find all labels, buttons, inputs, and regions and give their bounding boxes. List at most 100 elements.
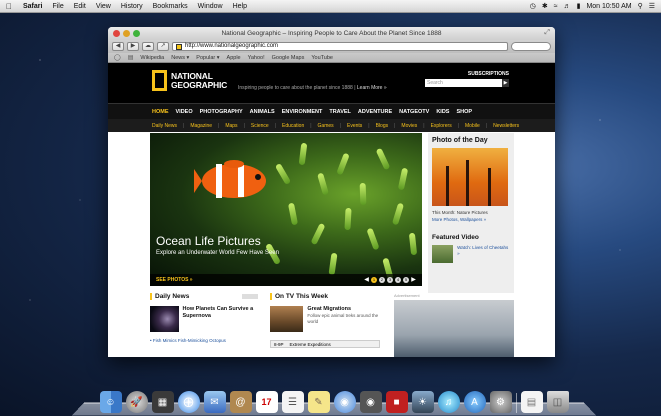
ng-search-input[interactable]: Search — [425, 79, 509, 87]
slide-dot-4[interactable]: 4 — [395, 277, 401, 283]
daily-news-heading[interactable]: Daily News — [155, 293, 189, 300]
subnav-newsletters[interactable]: Newsletters — [493, 123, 519, 129]
clock-text[interactable]: Mon 10:50 AM — [586, 3, 631, 10]
nav-adventure[interactable]: ADVENTURE — [358, 109, 392, 115]
spotlight-icon[interactable]: ⚲ — [638, 2, 643, 10]
messages-icon[interactable]: ◉ — [333, 391, 356, 413]
menu-bookmarks[interactable]: Bookmarks — [148, 3, 193, 10]
slide-dot-3[interactable]: 3 — [387, 277, 393, 283]
slide-dot-2[interactable]: 2 — [379, 277, 385, 283]
forward-button[interactable]: ▶ — [127, 42, 139, 51]
finder-icon[interactable]: ☺ — [99, 391, 122, 413]
fullscreen-icon[interactable]: ⤢ — [544, 29, 550, 37]
learn-more-link[interactable]: Learn More » — [357, 85, 387, 91]
subnav-movies[interactable]: Movies — [401, 123, 417, 129]
notification-center-icon[interactable]: ☰ — [649, 2, 655, 10]
bookmark-popular[interactable]: Popular ▾ — [196, 55, 219, 61]
menu-window[interactable]: Window — [193, 3, 228, 10]
mission-control-icon[interactable]: ▦ — [151, 391, 174, 413]
bookmark-wikipedia[interactable]: Wikipedia — [140, 55, 164, 61]
potd-heading[interactable]: Photo of the Day — [432, 137, 510, 144]
apple-menu-icon[interactable]:  — [0, 2, 18, 11]
ng-logo[interactable]: NATIONAL GEOGRAPHIC — [152, 70, 227, 91]
zoom-window-button[interactable] — [133, 30, 140, 37]
subnav-mobile[interactable]: Mobile — [465, 123, 480, 129]
documents-icon[interactable]: ▤ — [520, 391, 543, 413]
menu-view[interactable]: View — [91, 3, 116, 10]
list-item[interactable]: How Planets Can Survive a Supernova — [150, 306, 258, 332]
ad-image[interactable] — [394, 300, 514, 357]
trash-icon[interactable]: ◫ — [546, 391, 569, 413]
daily-news-bullet-link[interactable]: • Fish Mimics Fish-Mimicking Octopus — [150, 338, 258, 343]
daily-news-more-button[interactable] — [242, 294, 258, 299]
close-window-button[interactable] — [113, 30, 120, 37]
app-store-icon[interactable]: A — [463, 391, 486, 413]
launchpad-icon[interactable]: 🚀 — [125, 391, 148, 413]
reading-list-icon[interactable]: ◯ — [114, 54, 121, 61]
icloud-tabs-icon[interactable]: ☁ — [142, 42, 154, 51]
subnav-blogs[interactable]: Blogs — [376, 123, 389, 129]
subnav-science[interactable]: Science — [251, 123, 269, 129]
contacts-icon[interactable]: @ — [229, 391, 252, 413]
facetime-icon[interactable]: ◉ — [359, 391, 382, 413]
nav-natgeotv[interactable]: NATGEOTV — [399, 109, 429, 115]
nav-environment[interactable]: ENVIRONMENT — [282, 109, 323, 115]
subscriptions-link[interactable]: SUBSCRIPTIONS — [468, 71, 509, 77]
safari-icon[interactable]: ⨁ — [177, 391, 200, 413]
subnav-maps[interactable]: Maps — [225, 123, 237, 129]
subnav-games[interactable]: Games — [318, 123, 334, 129]
nav-animals[interactable]: ANIMALS — [250, 109, 275, 115]
slide-dot-5[interactable]: 5 — [403, 277, 409, 283]
address-bar[interactable]: http://www.nationalgeographic.com — [172, 42, 508, 51]
bookmark-google-maps[interactable]: Google Maps — [272, 55, 305, 61]
menu-edit[interactable]: Edit — [69, 3, 91, 10]
list-item[interactable]: Great Migrations Follow epic animal trek… — [270, 306, 380, 332]
back-button[interactable]: ◀ — [112, 42, 124, 51]
menu-file[interactable]: File — [47, 3, 68, 10]
share-button[interactable]: ↗ — [157, 42, 169, 51]
featured-video-link[interactable]: Watch: Lives of Cheetahs » — [457, 245, 510, 263]
hero-slideshow[interactable]: Ocean Life Pictures Explore an Underwate… — [150, 133, 422, 286]
daily-news-item-title[interactable]: How Planets Can Survive a Supernova — [183, 306, 258, 332]
menu-app-name[interactable]: Safari — [18, 3, 47, 10]
window-titlebar[interactable]: National Geographic – Inspiring People t… — [108, 27, 555, 40]
on-tv-item-title[interactable]: Great Migrations — [307, 306, 380, 313]
battery-icon[interactable]: ▮ — [577, 2, 581, 10]
nav-travel[interactable]: TRAVEL — [329, 109, 351, 115]
itunes-icon[interactable]: ♫ — [437, 391, 460, 413]
menu-help[interactable]: Help — [228, 3, 252, 10]
subnav-magazine[interactable]: Magazine — [190, 123, 212, 129]
prev-slide-icon[interactable]: ◀ — [364, 277, 369, 283]
nav-home[interactable]: HOME — [152, 109, 169, 115]
wifi-icon[interactable]: ≈ — [554, 3, 558, 10]
subnav-education[interactable]: Education — [282, 123, 304, 129]
on-tv-heading[interactable]: On TV This Week — [275, 293, 328, 300]
menu-history[interactable]: History — [116, 3, 148, 10]
bookmark-youtube[interactable]: YouTube — [311, 55, 333, 61]
bookmark-yahoo[interactable]: Yahoo! — [248, 55, 265, 61]
tv-schedule-row[interactable]: 8-9P Extreme Expeditions — [270, 340, 380, 348]
subnav-explorers[interactable]: Explorers — [431, 123, 452, 129]
bookmark-apple[interactable]: Apple — [227, 55, 241, 61]
show-all-bookmarks-icon[interactable]: ▤ — [128, 54, 134, 61]
slide-dot-1[interactable]: 1 — [371, 277, 377, 283]
ng-search-button[interactable]: ▶ — [502, 79, 509, 87]
featured-video-item[interactable]: Watch: Lives of Cheetahs » — [432, 245, 510, 263]
nav-shop[interactable]: SHOP — [456, 109, 472, 115]
minimize-window-button[interactable] — [123, 30, 130, 37]
toolbar-search-field[interactable] — [511, 42, 551, 51]
subnav-daily-news[interactable]: Daily News — [152, 123, 177, 129]
nav-video[interactable]: VIDEO — [176, 109, 193, 115]
notes-icon[interactable]: ✎ — [307, 391, 330, 413]
potd-image[interactable] — [432, 148, 508, 206]
see-photos-link[interactable]: SEE PHOTOS » — [156, 277, 193, 283]
iphoto-icon[interactable]: ☀ — [411, 391, 434, 413]
calendar-icon[interactable]: 17 — [255, 391, 278, 413]
supernova-thumbnail[interactable] — [150, 306, 179, 332]
reminders-icon[interactable]: ☰ — [281, 391, 304, 413]
bookmark-news[interactable]: News ▾ — [171, 55, 189, 61]
volume-icon[interactable]: ♬ — [564, 3, 571, 10]
next-slide-icon[interactable]: ▶ — [411, 277, 416, 283]
nav-photography[interactable]: PHOTOGRAPHY — [200, 109, 243, 115]
mail-icon[interactable]: ✉ — [203, 391, 226, 413]
